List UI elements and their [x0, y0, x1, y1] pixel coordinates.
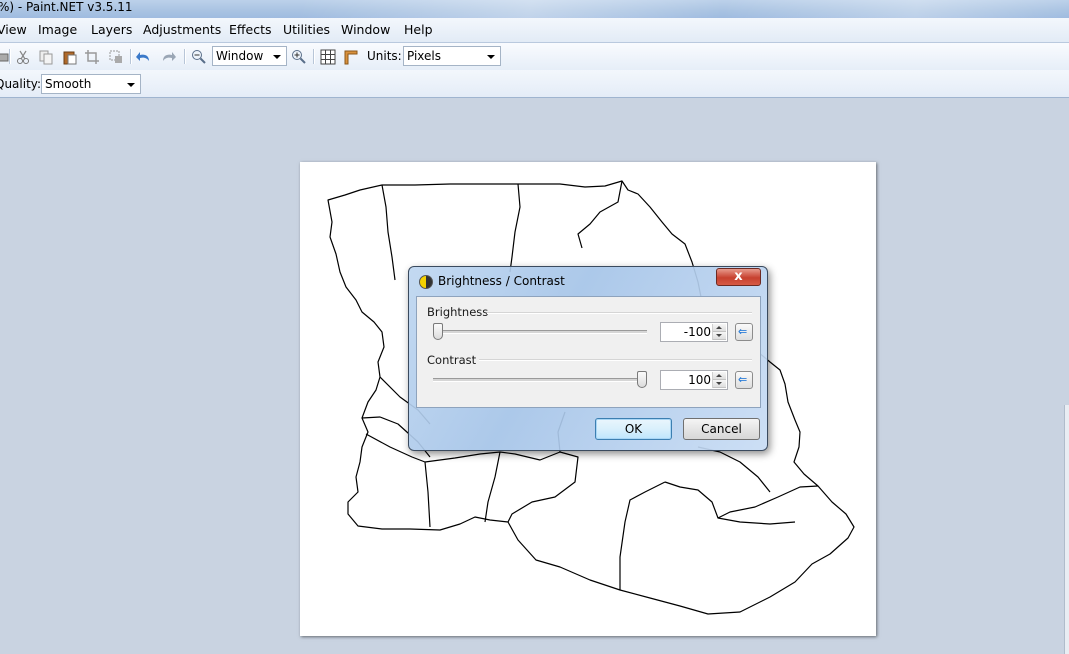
contrast-reset-button[interactable]: ⇐	[735, 371, 753, 389]
quality-dropdown[interactable]: Smooth	[41, 74, 141, 94]
main-toolbar: Window Units: Pixels	[0, 43, 1069, 70]
menu-effects[interactable]: Effects	[229, 22, 272, 37]
undo-icon[interactable]	[136, 49, 152, 65]
contrast-spinner[interactable]	[712, 372, 726, 388]
units-value: Pixels	[407, 49, 442, 63]
cut-icon[interactable]	[15, 49, 31, 65]
menu-help[interactable]: Help	[404, 22, 433, 37]
contrast-slider-track[interactable]	[433, 378, 647, 382]
dialog-panel: Brightness -100 ⇐ Contrast 100 ⇐	[416, 296, 761, 408]
menu-adjustments[interactable]: Adjustments	[143, 22, 221, 37]
spin-down-icon[interactable]	[713, 332, 726, 340]
vertical-scrollbar[interactable]	[1064, 405, 1069, 654]
zoom-value: Window	[216, 49, 264, 63]
brightness-input[interactable]: -100	[660, 322, 728, 342]
brightness-contrast-dialog: Brightness / Contrast x Brightness -100 …	[408, 266, 768, 451]
spin-up-icon[interactable]	[713, 324, 726, 332]
copy-icon[interactable]	[38, 49, 54, 65]
close-button[interactable]: x	[716, 268, 761, 286]
deselect-icon[interactable]	[108, 49, 124, 65]
grid-icon[interactable]	[320, 49, 336, 65]
units-label: Units:	[367, 49, 402, 63]
menu-view[interactable]: View	[0, 22, 27, 37]
brightness-slider-track[interactable]	[433, 330, 647, 334]
reset-arrow-icon: ⇐	[738, 325, 748, 338]
brightness-slider-thumb[interactable]	[433, 323, 443, 340]
menu-layers[interactable]: Layers	[91, 22, 132, 37]
units-dropdown[interactable]: Pixels	[403, 46, 501, 66]
quality-value: Smooth	[45, 77, 92, 91]
title-bar: %) - Paint.NET v3.5.11	[0, 0, 1069, 18]
window-title: %) - Paint.NET v3.5.11	[0, 0, 133, 14]
menu-bar: View Image Layers Adjustments Effects Ut…	[0, 18, 1069, 43]
brightness-reset-button[interactable]: ⇐	[735, 323, 753, 341]
spin-up-icon[interactable]	[713, 372, 726, 380]
brightness-spinner[interactable]	[712, 324, 726, 340]
brightness-contrast-icon	[419, 275, 433, 289]
menu-window[interactable]: Window	[341, 22, 390, 37]
quality-label: Quality:	[0, 77, 42, 91]
rulers-icon[interactable]	[343, 49, 359, 65]
chevron-down-icon	[273, 55, 281, 59]
redo-icon[interactable]	[160, 49, 176, 65]
tool-options-bar: Quality: Smooth	[0, 70, 1069, 98]
contrast-input[interactable]: 100	[660, 370, 728, 390]
chevron-down-icon	[127, 83, 135, 87]
brightness-value: -100	[683, 325, 711, 339]
cancel-button[interactable]: Cancel	[683, 418, 760, 440]
dialog-title: Brightness / Contrast	[438, 274, 565, 288]
ok-button[interactable]: OK	[595, 418, 672, 440]
divider	[479, 359, 752, 361]
divider	[487, 312, 752, 314]
crop-icon[interactable]	[84, 49, 100, 65]
zoom-out-icon[interactable]	[191, 49, 207, 65]
spin-down-icon[interactable]	[713, 380, 726, 388]
paste-icon[interactable]	[62, 49, 78, 65]
reset-arrow-icon: ⇐	[738, 373, 748, 386]
brightness-label: Brightness	[427, 305, 489, 319]
chevron-down-icon	[487, 55, 495, 59]
contrast-slider-thumb[interactable]	[637, 371, 647, 388]
contrast-label: Contrast	[427, 353, 477, 367]
contrast-value: 100	[688, 373, 711, 387]
close-icon: x	[734, 269, 743, 284]
zoom-in-icon[interactable]	[291, 49, 307, 65]
menu-image[interactable]: Image	[38, 22, 77, 37]
menu-utilities[interactable]: Utilities	[283, 22, 330, 37]
zoom-dropdown[interactable]: Window	[212, 46, 287, 66]
